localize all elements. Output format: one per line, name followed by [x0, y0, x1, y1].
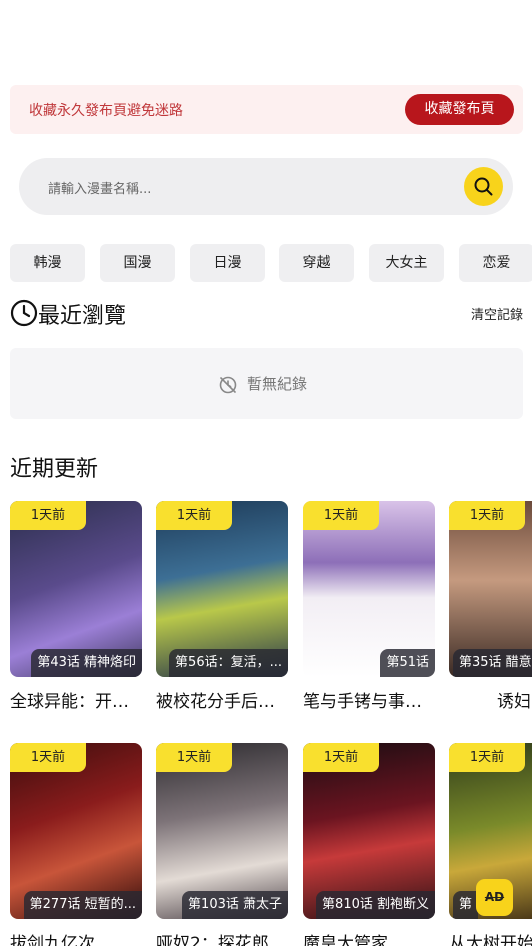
notice-text: 收藏永久發布頁避免迷路: [29, 103, 183, 119]
update-time-badge: 1天前: [156, 501, 232, 530]
chapter-label: 第103话 萧太子: [182, 891, 288, 919]
comic-cover[interactable]: 1天前 第103话 萧太子: [156, 743, 288, 919]
update-time-badge: 1天前: [303, 743, 379, 772]
comic-card[interactable]: 1天前 第56话：复活，... 被校花分手后我觉醒...: [156, 501, 288, 711]
chapter-label: 第43话 精神烙印: [31, 649, 142, 677]
tag-korean[interactable]: 韩漫: [10, 244, 85, 282]
comic-card[interactable]: 1天前 第35话 醋意大 诱妇: [449, 501, 532, 711]
search-icon: [474, 177, 493, 196]
bookmark-publish-page-button[interactable]: 收藏發布頁: [405, 94, 514, 125]
update-time-badge: 1天前: [449, 743, 525, 772]
chapter-label: 第: [453, 891, 479, 919]
latest-updates-title: 近期更新: [10, 457, 99, 482]
search-button[interactable]: [464, 167, 503, 206]
comic-title[interactable]: 全球异能：开局觉醒...: [10, 687, 142, 711]
tag-chinese[interactable]: 国漫: [100, 244, 175, 282]
comic-cover[interactable]: 1天前 第277话 短暂的...: [10, 743, 142, 919]
comic-cover[interactable]: 1天前 第810话 割袍断义: [303, 743, 435, 919]
empty-history-text: 暫無紀錄: [247, 375, 308, 393]
tag-romance[interactable]: 恋爱: [459, 244, 532, 282]
update-time-badge: 1天前: [156, 743, 232, 772]
comic-card[interactable]: 1天前 第277话 短暂的... 拔剑九亿次: [10, 743, 142, 946]
chapter-label: 第56话：复活，...: [169, 649, 288, 677]
recent-title: 最近瀏覽: [38, 304, 127, 329]
tag-time-travel[interactable]: 穿越: [279, 244, 354, 282]
ad-button[interactable]: AD: [476, 879, 513, 916]
tag-heroine[interactable]: 大女主: [369, 244, 444, 282]
clear-history-button[interactable]: 清空記錄: [471, 304, 523, 323]
comic-row: 1天前 第43话 精神烙印 全球异能：开局觉醒... 1天前 第56话：复活，.…: [10, 501, 532, 711]
comic-title[interactable]: 哑奴2：探花郎: [156, 929, 288, 946]
search-bar[interactable]: 請輸入漫畫名稱...: [19, 158, 513, 215]
comic-title[interactable]: 笔与手铐与事实婚: [303, 687, 435, 711]
recent-header: 最近瀏覽 清空記錄: [10, 298, 523, 329]
clock-icon: [10, 299, 38, 327]
empty-history-panel: 暫無紀錄: [10, 348, 523, 419]
update-time-badge: 1天前: [10, 501, 86, 530]
chapter-label: 第810话 割袍断义: [316, 891, 435, 919]
comic-card[interactable]: 1天前 第103话 萧太子 哑奴2：探花郎: [156, 743, 288, 946]
comic-cover[interactable]: 1天前 第43话 精神烙印: [10, 501, 142, 677]
comic-title[interactable]: 从大树开始的进化: [449, 929, 532, 946]
notice-banner: 收藏永久發布頁避免迷路 收藏發布頁: [10, 85, 523, 134]
comic-cover[interactable]: 1天前 第56话：复活，...: [156, 501, 288, 677]
comic-card[interactable]: 1天前 第810话 割袍断义 魔皇大管家: [303, 743, 435, 946]
comic-cover[interactable]: 1天前 第35话 醋意大: [449, 501, 532, 677]
comic-title[interactable]: 魔皇大管家: [303, 929, 435, 946]
chapter-label: 第35话 醋意大: [453, 649, 532, 677]
chapter-label: 第277话 短暂的...: [23, 891, 142, 919]
search-input[interactable]: 請輸入漫畫名稱...: [48, 178, 151, 197]
comic-row: 1天前 第277话 短暂的... 拔剑九亿次 1天前 第103话 萧太子 哑奴2…: [10, 743, 532, 946]
update-time-badge: 1天前: [10, 743, 86, 772]
comic-card[interactable]: 1天前 第51话 笔与手铐与事实婚: [303, 501, 435, 711]
comic-cover[interactable]: 1天前 第51话: [303, 501, 435, 677]
comic-title[interactable]: 被校花分手后我觉醒...: [156, 687, 288, 711]
comic-card[interactable]: 1天前 第43话 精神烙印 全球异能：开局觉醒...: [10, 501, 142, 711]
tag-japanese[interactable]: 日漫: [190, 244, 265, 282]
comic-title[interactable]: 拔剑九亿次: [10, 929, 142, 946]
comic-title[interactable]: 诱妇: [449, 687, 532, 711]
genre-tags: 韩漫 国漫 日漫 穿越 大女主 恋爱: [10, 244, 532, 283]
update-time-badge: 1天前: [303, 501, 379, 530]
update-time-badge: 1天前: [449, 501, 525, 530]
no-history-icon: [219, 376, 237, 394]
chapter-label: 第51话: [380, 649, 435, 677]
